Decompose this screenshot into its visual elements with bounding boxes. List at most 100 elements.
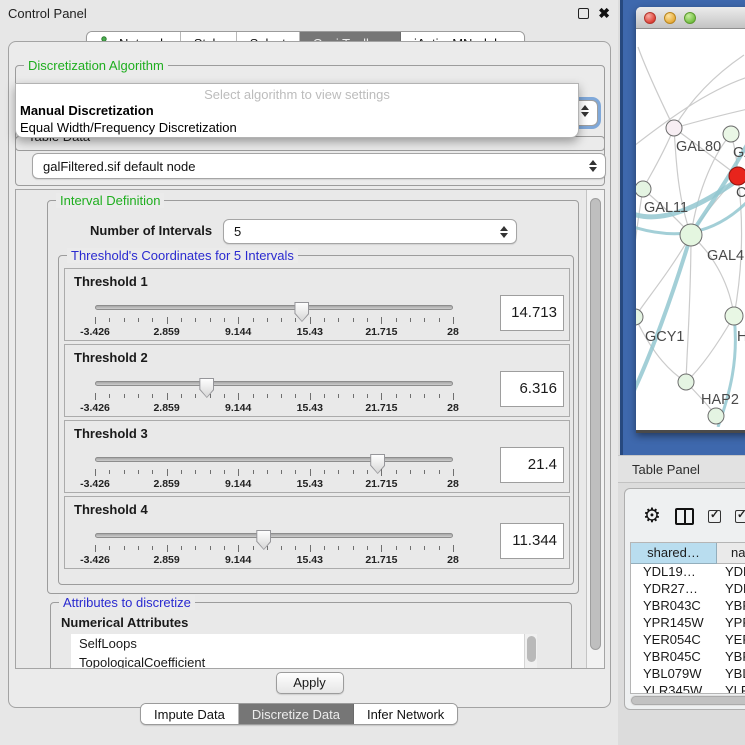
network-edge[interactable] — [686, 235, 691, 382]
close-icon[interactable]: ✖ — [598, 8, 610, 19]
tab-impute-data[interactable]: Impute Data — [141, 704, 239, 724]
threshold-3-slider[interactable]: -3.4262.8599.14415.4321.71528 — [95, 453, 453, 489]
tick-mark — [238, 317, 239, 324]
tab-infer-network[interactable]: Infer Network — [354, 704, 457, 724]
close-traffic-light-icon[interactable] — [644, 12, 656, 24]
tab-discretize-data[interactable]: Discretize Data — [239, 704, 354, 724]
checkbox-checked-icon[interactable] — [708, 510, 721, 523]
network-edge[interactable] — [643, 128, 674, 189]
list-scrollbar[interactable] — [524, 634, 537, 669]
apply-button[interactable]: Apply — [276, 672, 344, 694]
network-node[interactable] — [729, 167, 745, 185]
network-node[interactable] — [636, 309, 643, 325]
table-cell[interactable]: YBR043C — [631, 598, 717, 615]
table-data-group: Table Data galFiltered.sif default node — [15, 136, 605, 186]
table-cell[interactable]: YLR3 — [717, 683, 745, 694]
table-horizontal-scrollbar[interactable] — [630, 695, 745, 706]
table-row[interactable]: YBL079WYBL0 — [631, 666, 745, 683]
table-data-combobox[interactable]: galFiltered.sif default node — [32, 153, 606, 179]
slider-track[interactable] — [95, 533, 453, 538]
table-cell[interactable]: YLR345W — [631, 683, 717, 694]
threshold-1-value-field[interactable]: 14.713 — [500, 295, 564, 331]
threshold-1-slider[interactable]: -3.4262.8599.14415.4321.71528 — [95, 301, 453, 337]
table-cell[interactable]: YPR145W — [631, 615, 717, 632]
network-node[interactable] — [666, 120, 682, 136]
tick-mark — [224, 546, 225, 550]
list-item[interactable]: SelfLoops — [71, 634, 537, 653]
tick-mark — [95, 545, 96, 552]
table-cell[interactable]: YBL079W — [631, 666, 717, 683]
table-cell[interactable]: YDR27… — [631, 581, 717, 598]
network-canvas[interactable]: GAL80GACGAL11GAL4GCY1HHAP2 — [636, 29, 745, 427]
panel-scrollbar[interactable] — [586, 190, 604, 668]
dropdown-option-manual-discretization[interactable]: Manual Discretization — [16, 102, 578, 119]
slider-track[interactable] — [95, 305, 453, 310]
column-header-shared[interactable]: shared… — [631, 543, 717, 564]
network-node[interactable] — [708, 408, 724, 424]
minimize-traffic-light-icon[interactable] — [664, 12, 676, 24]
network-node[interactable] — [680, 224, 702, 246]
table-cell[interactable]: YBR0 — [717, 598, 745, 615]
table-cell[interactable]: YER054C — [631, 632, 717, 649]
network-edge[interactable] — [636, 235, 691, 317]
threshold-4-value-field[interactable]: 11.344 — [500, 523, 564, 559]
tick-mark — [410, 394, 411, 398]
table-row[interactable]: YBR043CYBR0 — [631, 598, 745, 615]
table-cell[interactable]: YBR0 — [717, 649, 745, 666]
table-row[interactable]: YER054CYER0 — [631, 632, 745, 649]
table-cell[interactable]: YER0 — [717, 632, 745, 649]
column-header-name[interactable]: na — [717, 543, 745, 564]
table-row[interactable]: YDR27…YDR2 — [631, 581, 745, 598]
threshold-4-box: Threshold 4 -3.4262.8599.14415.4321.7152… — [64, 496, 570, 569]
table-cell[interactable]: YBR045C — [631, 649, 717, 666]
table-row[interactable]: YLR345WYLR3 — [631, 683, 745, 694]
network-node[interactable] — [725, 307, 743, 325]
table-cell[interactable]: YDR2 — [717, 581, 745, 598]
threshold-4-slider[interactable]: -3.4262.8599.14415.4321.71528 — [95, 529, 453, 565]
table-horizontal-scrollbar-thumb[interactable] — [631, 696, 745, 705]
panel-scrollbar-thumb[interactable] — [590, 198, 601, 650]
network-edge[interactable] — [636, 189, 643, 301]
list-scrollbar-thumb[interactable] — [527, 636, 536, 662]
list-item[interactable]: TopologicalCoefficient — [71, 653, 537, 669]
checkbox-checked-icon[interactable] — [735, 510, 745, 523]
threshold-2-slider[interactable]: -3.4262.8599.14415.4321.71528 — [95, 377, 453, 413]
network-node[interactable] — [678, 374, 694, 390]
table-row[interactable]: YBR045CYBR0 — [631, 649, 745, 666]
network-edge[interactable] — [638, 47, 674, 128]
tick-mark — [324, 470, 325, 474]
zoom-traffic-light-icon[interactable] — [684, 12, 696, 24]
tick-mark — [124, 394, 125, 398]
tick-mark — [195, 394, 196, 398]
network-node[interactable] — [636, 181, 651, 197]
threshold-3-value-field[interactable]: 21.4 — [500, 447, 564, 483]
control-panel-title: Control Panel — [8, 6, 87, 21]
numerical-attributes-list[interactable]: SelfLoopsTopologicalCoefficientBetweenne… — [71, 634, 537, 669]
table-cell[interactable]: YDL19… — [631, 564, 717, 581]
slider-track[interactable] — [95, 381, 453, 386]
tick-mark — [109, 546, 110, 550]
tick-label: 2.859 — [153, 402, 179, 414]
table-panel: ⚙ shared… na YDL19…YDL1YDR27…YDR2YBR043C… — [624, 488, 745, 710]
table-cell[interactable]: YDL1 — [717, 564, 745, 581]
table-cell[interactable]: YPR1 — [717, 615, 745, 632]
network-edge[interactable] — [686, 316, 734, 382]
network-node-label: C — [736, 185, 745, 201]
network-node-label: HAP2 — [701, 392, 739, 408]
tick-mark — [310, 545, 311, 552]
tick-mark — [109, 394, 110, 398]
settings-scroll-area: Interval Definition Number of Intervals … — [15, 189, 605, 669]
table-row[interactable]: YDL19…YDL1 — [631, 564, 745, 581]
network-node[interactable] — [723, 126, 739, 142]
split-columns-icon[interactable] — [675, 508, 694, 525]
settings-gear-icon[interactable]: ⚙ — [643, 506, 661, 526]
network-edge[interactable] — [674, 55, 744, 128]
slider-track[interactable] — [95, 457, 453, 462]
float-window-icon[interactable] — [578, 8, 589, 19]
table-cell[interactable]: YBL0 — [717, 666, 745, 683]
table-row[interactable]: YPR145WYPR1 — [631, 615, 745, 632]
dropdown-option-equal-width-frequency[interactable]: Equal Width/Frequency Discretization — [16, 119, 578, 136]
threshold-2-value-field[interactable]: 6.316 — [500, 371, 564, 407]
tick-mark — [138, 318, 139, 322]
number-of-intervals-combobox[interactable]: 5 — [223, 219, 517, 244]
